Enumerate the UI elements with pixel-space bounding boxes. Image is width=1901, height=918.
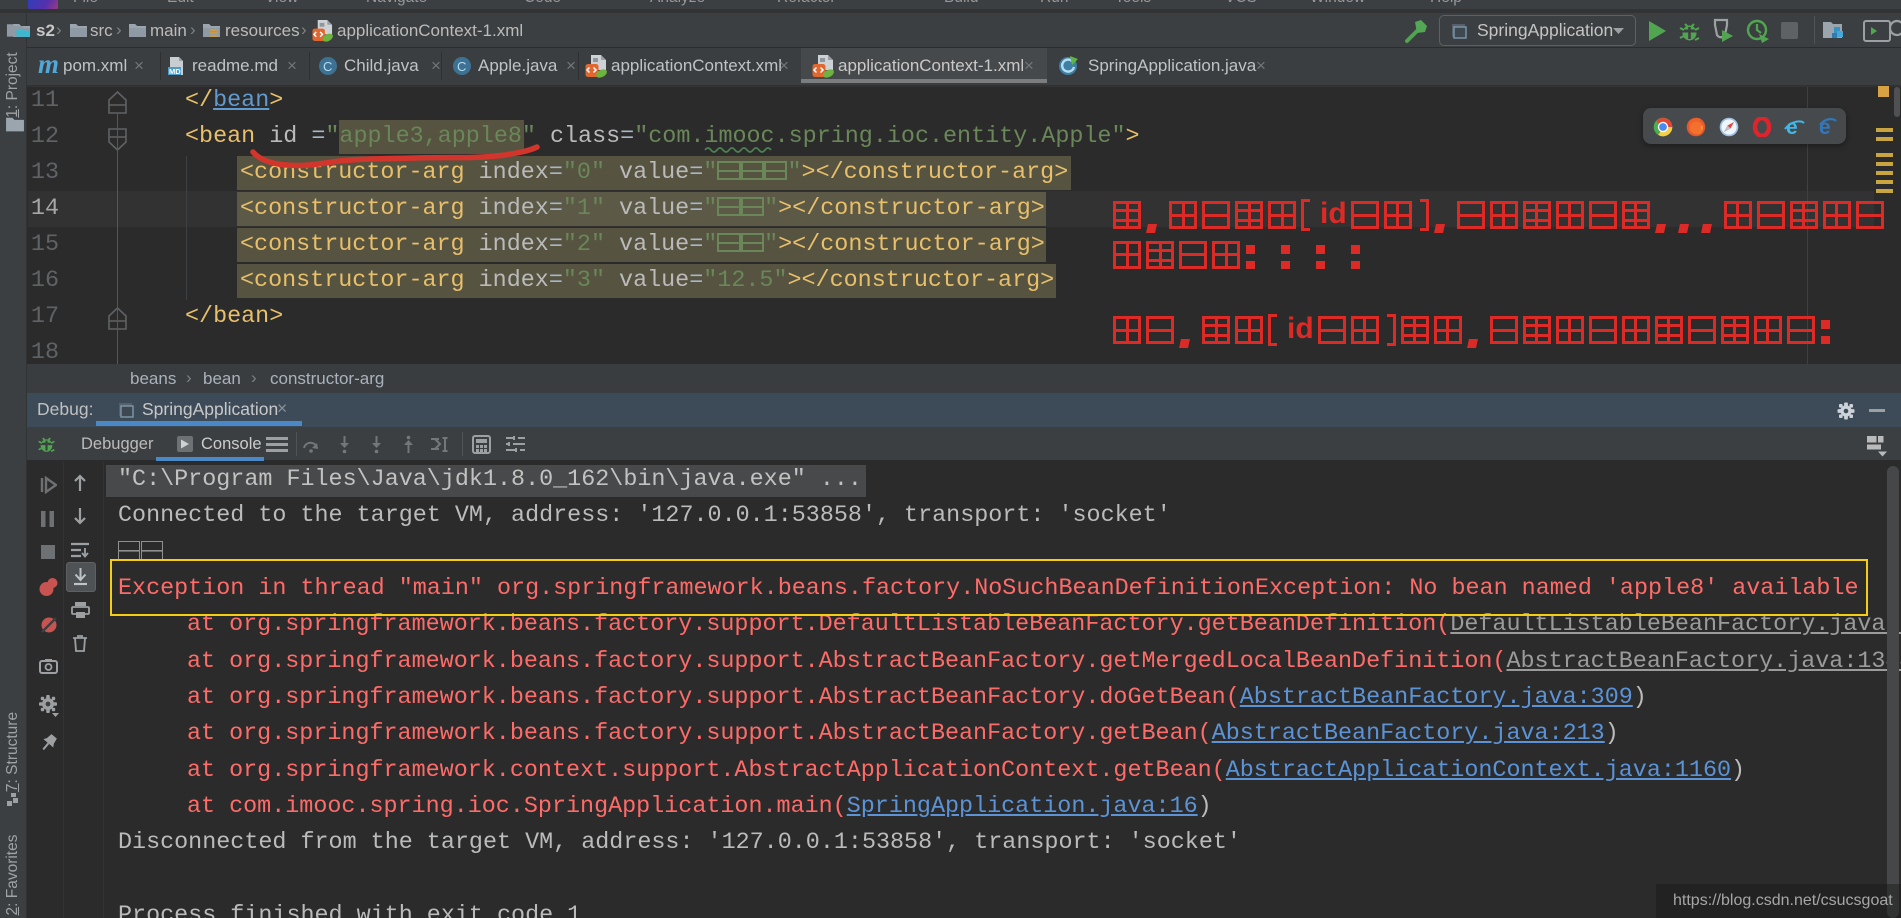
svg-text:C: C <box>457 59 466 74</box>
svg-text:C: C <box>323 59 332 74</box>
svg-text:MD: MD <box>169 67 181 76</box>
